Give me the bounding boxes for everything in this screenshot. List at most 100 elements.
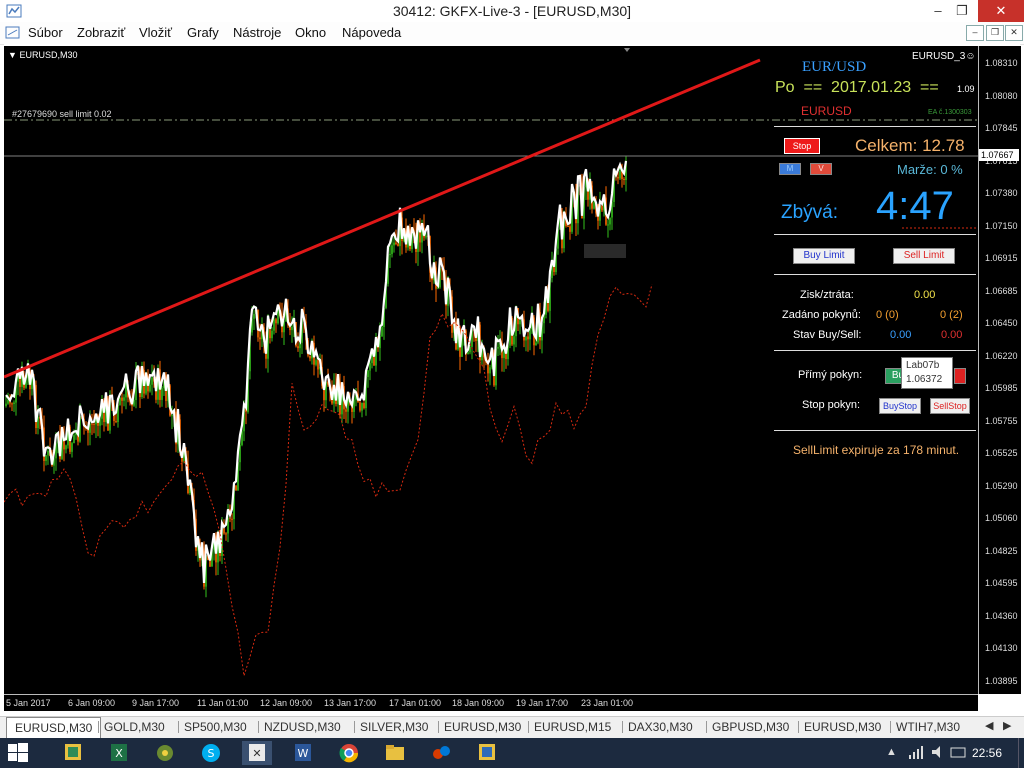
chart-tab[interactable]: EURUSD,M30 [444, 720, 521, 734]
excel-icon[interactable]: X [104, 741, 134, 765]
chart-tab[interactable]: EURUSD,M30 [804, 720, 881, 734]
m-button[interactable]: M [779, 163, 801, 175]
triangle-down-icon: ▼ [8, 50, 17, 60]
expiry-label: SellLimit expiruje za 178 minut. [793, 443, 960, 457]
keyboard-icon[interactable] [950, 744, 966, 765]
candle-body [467, 352, 469, 355]
profit-value: 0.00 [914, 289, 936, 301]
menu-charts[interactable]: Grafy [187, 25, 219, 40]
time-tick-label: 13 Jan 17:00 [324, 698, 377, 708]
candle-body [363, 402, 365, 409]
ea-name: EURUSD_3☺ [912, 51, 976, 62]
svg-text:S: S [208, 747, 215, 760]
candle-body [393, 242, 395, 246]
price-tick-label: 1.08080 [985, 90, 1018, 101]
candle-body [381, 326, 383, 337]
order-line-label: #27679690 sell limit 0.02 [12, 109, 112, 119]
menu-view[interactable]: Zobraziť [77, 25, 125, 40]
chart-tab[interactable]: GOLD,M30 [104, 720, 165, 734]
direct-sell-button[interactable] [954, 368, 966, 384]
price-chart[interactable]: ▼ EURUSD,M30 #27679690 sell limit 0.02 E… [4, 46, 978, 694]
tab-divider [706, 721, 707, 733]
candle-body [231, 518, 233, 520]
svg-text:✕: ✕ [252, 747, 261, 760]
tool-icon[interactable] [150, 741, 180, 765]
menu-file[interactable]: Súbor [28, 25, 63, 40]
close-button[interactable]: ✕ [978, 0, 1024, 22]
price-tick-label: 1.05060 [985, 513, 1018, 523]
window-title: 30412: GKFX-Live-3 - [EURUSD,M30] [392, 3, 632, 19]
show-desktop-button[interactable] [1018, 738, 1024, 768]
sell-stop-button[interactable]: SellStop [930, 398, 970, 414]
time-axis[interactable]: 5 Jan 2017 6 Jan 09:00 9 Jan 17:00 11 Jan 0… [4, 694, 978, 711]
mdi-minimize-button[interactable]: ‒ [966, 25, 984, 41]
countdown-timer: 4:47 [876, 184, 954, 228]
price-tick-label: 1.05290 [985, 480, 1018, 491]
candle-body [535, 342, 537, 346]
tab-divider [438, 721, 439, 733]
start-button[interactable] [8, 743, 28, 768]
tab-scroll-left-icon[interactable]: ◀ [985, 719, 993, 732]
time-tick-label: 19 Jan 17:00 [516, 698, 569, 708]
shift-marker-icon [624, 48, 630, 52]
speaker-icon[interactable] [930, 744, 946, 765]
tray-arrow-icon[interactable]: ▲ [886, 746, 897, 758]
taskbar-app2-icon[interactable] [472, 741, 502, 765]
candle-body [73, 435, 75, 444]
tab-divider [528, 721, 529, 733]
price-tick-label: 1.07845 [985, 123, 1018, 133]
v-button[interactable]: V [810, 163, 832, 175]
tab-divider [354, 721, 355, 733]
mdi-close-button[interactable]: ✕ [1005, 25, 1023, 41]
chart-tab[interactable]: EURUSD,M15 [534, 720, 611, 734]
taskbar-app-icon[interactable] [58, 741, 88, 765]
price-axis[interactable]: 1.083101.080801.078451.076151.073801.071… [978, 46, 1021, 694]
candle-body [529, 328, 531, 340]
app-dots-icon[interactable] [426, 741, 456, 765]
status-buy: 0.00 [890, 329, 912, 341]
menu-window[interactable]: Okno [295, 25, 326, 40]
candle-body [65, 445, 67, 450]
file-explorer-icon[interactable] [380, 741, 410, 765]
mdi-restore-button[interactable]: ❐ [986, 25, 1004, 41]
price-tick-label: 1.04595 [985, 578, 1018, 588]
separator [774, 274, 976, 275]
chart-tab[interactable]: GBPUSD,M30 [712, 720, 789, 734]
maximize-button[interactable]: ❐ [946, 0, 978, 22]
candle-body [271, 330, 273, 339]
chart-tab[interactable]: EURUSD,M30 [6, 717, 102, 738]
candle-body [373, 356, 375, 366]
word-icon[interactable]: W [288, 741, 318, 765]
chart-tab[interactable]: SILVER,M30 [360, 720, 428, 734]
sell-limit-button[interactable]: Sell Limit [893, 248, 955, 264]
status-label: Stav Buy/Sell: [793, 329, 862, 341]
stop-button[interactable]: Stop [784, 138, 820, 154]
candle-body [389, 254, 391, 256]
candle-body [359, 402, 361, 411]
candle-body [209, 560, 211, 567]
candle-body [93, 423, 95, 425]
orders-sell: 0 (2) [940, 309, 963, 321]
svg-text:X: X [115, 747, 123, 760]
price-tick-label: 1.06220 [985, 350, 1018, 361]
buy-limit-button[interactable]: Buy Limit [793, 248, 855, 264]
chrome-icon[interactable] [334, 741, 364, 765]
skype-icon[interactable]: S [196, 741, 226, 765]
metatrader-icon[interactable]: ✕ [242, 741, 272, 765]
candle-body [317, 360, 319, 370]
network-icon[interactable] [908, 744, 924, 765]
chart-tab[interactable]: WTIH7,M30 [896, 720, 960, 734]
price-tick-label: 1.06685 [985, 285, 1018, 296]
tab-divider [622, 721, 623, 733]
candle-body [275, 319, 277, 324]
menu-tools[interactable]: Nástroje [233, 25, 281, 40]
tab-scroll-right-icon[interactable]: ▶ [1003, 719, 1011, 732]
menu-insert[interactable]: Vložiť [139, 25, 172, 40]
buy-stop-button[interactable]: BuyStop [879, 398, 921, 414]
chart-tab[interactable]: DAX30,M30 [628, 720, 693, 734]
candle-body [607, 224, 609, 226]
chart-tab[interactable]: SP500,M30 [184, 720, 247, 734]
menu-help[interactable]: Nápoveda [342, 25, 401, 40]
symbol-name: EURUSD [801, 104, 852, 118]
chart-tab[interactable]: NZDUSD,M30 [264, 720, 341, 734]
